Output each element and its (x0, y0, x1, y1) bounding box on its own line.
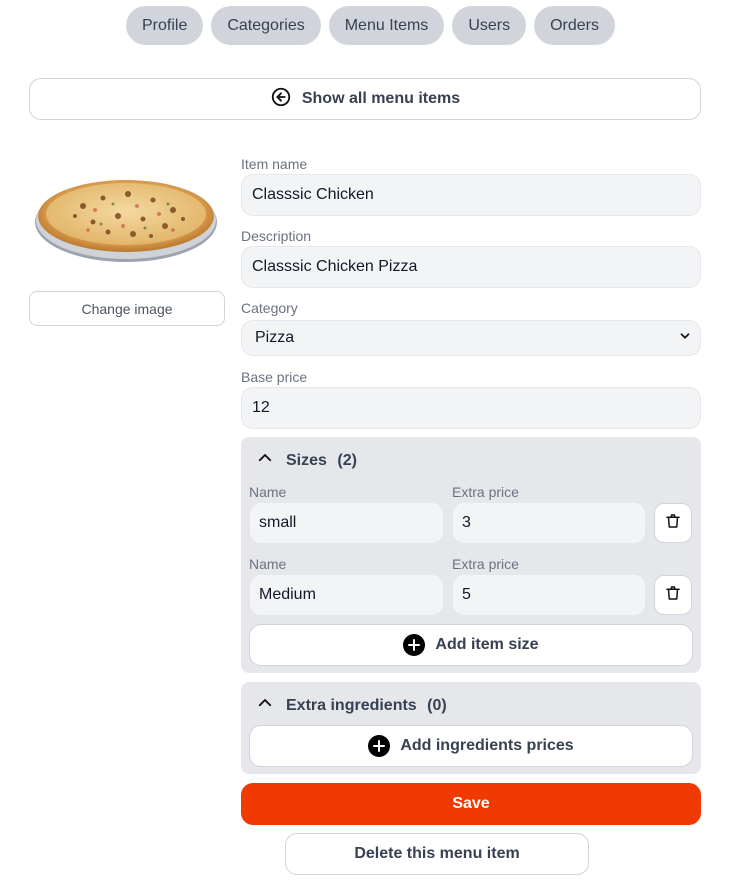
sizes-toggle[interactable]: Sizes (2) (256, 449, 357, 472)
change-image-button[interactable]: Change image (29, 291, 225, 326)
size-name-input[interactable]: Medium (249, 574, 444, 616)
trash-icon (664, 584, 682, 607)
sizes-count: (2) (337, 451, 357, 469)
extra-ingredients-panel: Extra ingredients (0) Add ingredients pr… (241, 682, 701, 774)
delete-size-button[interactable] (654, 503, 692, 543)
extra-ingredients-count: (0) (427, 696, 447, 714)
arrow-left-circle-icon (270, 86, 292, 113)
category-select[interactable]: Pizza (241, 320, 701, 356)
size-name-value: small (259, 514, 297, 531)
tab-profile[interactable]: Profile (125, 6, 204, 45)
plus-circle-icon (403, 634, 426, 656)
show-all-menu-items-label: Show all menu items (301, 90, 461, 107)
size-price-value: 3 (462, 514, 471, 531)
extra-ingredients-toggle[interactable]: Extra ingredients (0) (256, 694, 447, 717)
size-name-label: Name (249, 484, 287, 500)
extra-ingredients-title: Extra ingredients (286, 696, 417, 714)
size-price-input[interactable]: 5 (452, 574, 646, 616)
show-all-menu-items-button[interactable]: Show all menu items (29, 78, 701, 120)
size-price-label: Extra price (452, 484, 519, 500)
tab-orders[interactable]: Orders (534, 6, 615, 45)
base-price-input[interactable]: 12 (241, 387, 701, 429)
trash-icon (664, 512, 682, 535)
add-item-size-label: Add item size (435, 636, 539, 653)
sizes-title: Sizes (286, 451, 327, 469)
base-price-value: 12 (252, 399, 270, 416)
sizes-panel: Sizes (2) Name Extra price small 3 Name … (241, 437, 701, 673)
category-value: Pizza (255, 329, 295, 346)
size-price-label: Extra price (452, 556, 519, 572)
add-ingredients-prices-button[interactable]: Add ingredients prices (249, 725, 693, 767)
admin-tabs: Profile Categories Menu Items Users Orde… (0, 6, 741, 45)
chevron-down-icon (678, 329, 692, 348)
plus-circle-icon (368, 735, 391, 757)
size-name-value: Medium (259, 586, 316, 603)
tab-categories[interactable]: Categories (211, 6, 321, 45)
size-name-input[interactable]: small (249, 502, 444, 544)
delete-size-button[interactable] (654, 575, 692, 615)
item-name-value: Classsic Chicken (252, 186, 374, 203)
size-price-value: 5 (462, 586, 471, 603)
category-label: Category (241, 300, 298, 316)
base-price-label: Base price (241, 369, 308, 385)
tab-users[interactable]: Users (452, 6, 527, 45)
save-button[interactable]: Save (241, 783, 701, 825)
menu-item-image (33, 164, 219, 266)
chevron-up-icon (256, 694, 274, 717)
item-name-input[interactable]: Classsic Chicken (241, 174, 701, 216)
chevron-up-icon (256, 449, 274, 472)
item-name-label: Item name (241, 156, 308, 172)
description-label: Description (241, 228, 312, 244)
size-price-input[interactable]: 3 (452, 502, 646, 544)
delete-menu-item-button[interactable]: Delete this menu item (285, 833, 589, 875)
add-item-size-button[interactable]: Add item size (249, 624, 693, 666)
description-input[interactable]: Classsic Chicken Pizza (241, 246, 701, 288)
add-ingredients-prices-label: Add ingredients prices (400, 737, 574, 754)
tab-menu-items[interactable]: Menu Items (328, 6, 445, 45)
description-value: Classsic Chicken Pizza (252, 258, 418, 275)
size-name-label: Name (249, 556, 287, 572)
